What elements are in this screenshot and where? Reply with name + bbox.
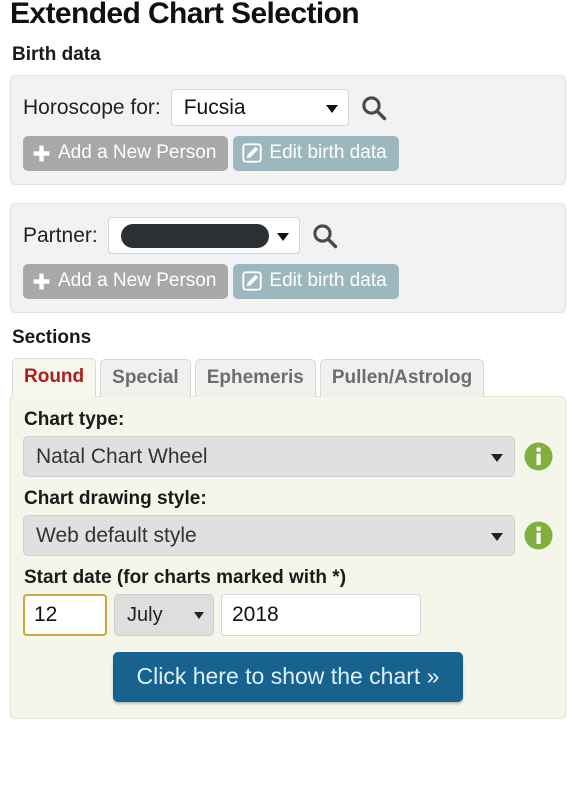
start-date-label: Start date (for charts marked with *) xyxy=(24,567,347,588)
add-new-partner-label: Add a New Person xyxy=(58,270,217,291)
extended-chart-selection-page: Extended Chart Selection Birth data Horo… xyxy=(0,0,576,786)
edit-birth-data-label: Edit birth data xyxy=(269,142,387,163)
chart-options-panel: Chart type: Natal Chart Wheel Chart draw… xyxy=(10,396,566,719)
pencil-square-icon xyxy=(242,143,263,163)
search-icon[interactable] xyxy=(359,93,389,123)
show-chart-button[interactable]: Click here to show the chart » xyxy=(112,652,464,702)
search-icon[interactable] xyxy=(310,221,340,251)
submit-row: Click here to show the chart » xyxy=(23,652,553,702)
tab-round-label: Round xyxy=(24,366,85,387)
partner-label: Partner: xyxy=(23,223,98,247)
partner-row: Partner: xyxy=(23,217,553,254)
chart-type-row: Natal Chart Wheel xyxy=(23,436,553,477)
add-new-partner-button[interactable]: Add a New Person xyxy=(23,264,229,299)
panel-divider xyxy=(10,185,566,203)
birth-data-heading: Birth data xyxy=(12,44,101,65)
add-new-person-label: Add a New Person xyxy=(58,142,217,163)
chart-type-select[interactable]: Natal Chart Wheel xyxy=(23,436,515,477)
partner-value-redacted xyxy=(120,223,269,248)
chevron-down-icon xyxy=(491,453,503,462)
tab-pullen-astrolog-label: Pullen/Astrolog xyxy=(331,367,473,388)
start-date-month-select[interactable]: July xyxy=(114,594,214,636)
edit-partner-birth-data-button[interactable]: Edit birth data xyxy=(233,264,399,299)
horoscope-person-select[interactable]: Fucsia xyxy=(170,89,349,126)
chart-drawing-style-value: Web default style xyxy=(36,523,197,547)
chart-type-value: Natal Chart Wheel xyxy=(36,444,208,468)
chevron-down-icon xyxy=(325,104,338,113)
page-title: Extended Chart Selection xyxy=(10,0,360,30)
horoscope-person-row: Horoscope for: Fucsia xyxy=(23,89,553,126)
tab-special[interactable]: Special xyxy=(100,359,191,397)
start-date-day-input[interactable] xyxy=(23,594,107,636)
edit-birth-data-button[interactable]: Edit birth data xyxy=(233,136,399,171)
tab-ephemeris-label: Ephemeris xyxy=(206,367,304,388)
tab-special-label: Special xyxy=(112,367,179,388)
chart-drawing-style-row: Web default style xyxy=(23,515,553,556)
horoscope-person-value: Fucsia xyxy=(183,95,246,119)
plus-icon xyxy=(33,273,50,289)
partner-select[interactable] xyxy=(107,217,300,254)
chart-drawing-style-label: Chart drawing style: xyxy=(24,488,207,509)
plus-icon xyxy=(33,145,50,161)
pencil-square-icon xyxy=(242,271,263,291)
partner-buttons: Add a New Person Edit birth data xyxy=(23,264,553,299)
info-icon[interactable] xyxy=(524,442,553,471)
horoscope-person-buttons: Add a New Person Edit birth data xyxy=(23,136,553,171)
chart-type-label: Chart type: xyxy=(24,409,125,430)
chart-drawing-style-select[interactable]: Web default style xyxy=(23,515,515,556)
partner-panel: Partner: Add a New Person Edit birth dat… xyxy=(10,203,566,313)
tab-pullen-astrolog[interactable]: Pullen/Astrolog xyxy=(319,359,485,397)
start-date-year-input[interactable] xyxy=(221,594,421,636)
tab-round[interactable]: Round xyxy=(12,358,97,397)
sections-heading: Sections xyxy=(12,327,92,348)
chevron-down-icon xyxy=(491,532,503,541)
info-icon[interactable] xyxy=(524,521,553,550)
horoscope-person-panel: Horoscope for: Fucsia Add a New Person E… xyxy=(10,75,566,185)
section-tabs: Round Special Ephemeris Pullen/Astrolog xyxy=(12,358,566,397)
chevron-down-icon xyxy=(194,612,204,619)
add-new-person-button[interactable]: Add a New Person xyxy=(23,136,229,171)
horoscope-for-label: Horoscope for: xyxy=(23,95,161,119)
tab-ephemeris[interactable]: Ephemeris xyxy=(194,359,316,397)
chevron-down-icon xyxy=(276,232,289,241)
start-date-row: July xyxy=(23,594,553,636)
edit-partner-birth-data-label: Edit birth data xyxy=(269,270,387,291)
start-date-month-value: July xyxy=(127,603,163,626)
